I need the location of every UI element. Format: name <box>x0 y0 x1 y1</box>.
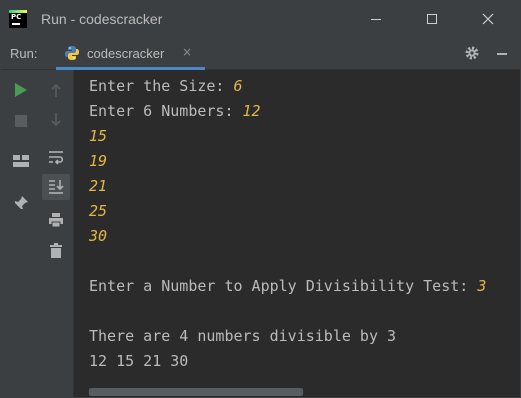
user-input: 30 <box>89 227 108 245</box>
console-output[interactable]: Enter the Size: 6 Enter 6 Numbers: 12 15… <box>74 70 520 397</box>
tab-close-icon[interactable]: × <box>182 45 192 59</box>
minimize-icon <box>371 18 381 20</box>
app-icon-text: PC <box>11 13 22 21</box>
run-icon[interactable] <box>12 81 30 99</box>
close-icon <box>482 13 494 25</box>
console-line: 30 <box>89 227 107 245</box>
run-controls-gutter <box>1 70 39 397</box>
gear-icon[interactable] <box>464 45 480 61</box>
tab-codescracker[interactable]: codescracker × <box>56 37 205 70</box>
window-title: Run - codescracker <box>41 11 163 27</box>
user-input: 12 <box>242 102 261 120</box>
console-line: Enter the Size: 6 <box>89 77 243 95</box>
arrow-down-icon[interactable] <box>47 110 65 128</box>
scroll-to-end-button[interactable] <box>42 174 70 200</box>
console-line: 15 <box>89 127 107 145</box>
hide-panel-icon[interactable] <box>497 53 507 55</box>
console-line: 12 15 21 30 <box>89 352 189 370</box>
user-input: 3 <box>477 277 487 295</box>
pycharm-logo-icon: PC <box>9 10 27 28</box>
trash-icon[interactable] <box>47 242 65 260</box>
maximize-button[interactable] <box>409 1 455 37</box>
console-line: There are 4 numbers divisible by 3 <box>89 327 397 345</box>
user-input: 21 <box>89 177 108 195</box>
user-input: 25 <box>89 202 108 220</box>
tab-label: codescracker <box>87 46 165 61</box>
user-input: 19 <box>89 152 108 170</box>
arrow-up-icon[interactable] <box>47 82 65 100</box>
console-line: Enter 6 Numbers: 12 <box>89 102 261 120</box>
console-line: 19 <box>89 152 107 170</box>
run-tool-header: Run: codescracker × <box>1 37 520 70</box>
maximize-icon <box>427 14 437 24</box>
python-icon <box>65 46 79 60</box>
minimize-button[interactable] <box>353 1 399 37</box>
user-input: 15 <box>89 127 108 145</box>
pin-icon[interactable] <box>12 194 30 212</box>
console-actions-gutter <box>39 70 74 397</box>
layout-icon[interactable] <box>12 152 30 170</box>
user-input: 6 <box>233 77 243 95</box>
soft-wrap-icon[interactable] <box>47 148 65 166</box>
run-window: PC Run - codescracker Run: codescracker <box>0 0 521 398</box>
stop-icon[interactable] <box>12 112 30 130</box>
close-button[interactable] <box>465 1 511 37</box>
console-line: 25 <box>89 202 107 220</box>
console-line: 21 <box>89 177 107 195</box>
scroll-to-end-icon <box>47 178 65 196</box>
console-line: Enter a Number to Apply Divisibility Tes… <box>89 277 487 295</box>
print-icon[interactable] <box>47 211 65 229</box>
horizontal-scrollbar[interactable] <box>89 388 303 396</box>
run-label: Run: <box>10 46 38 61</box>
title-bar: PC Run - codescracker <box>1 1 520 37</box>
